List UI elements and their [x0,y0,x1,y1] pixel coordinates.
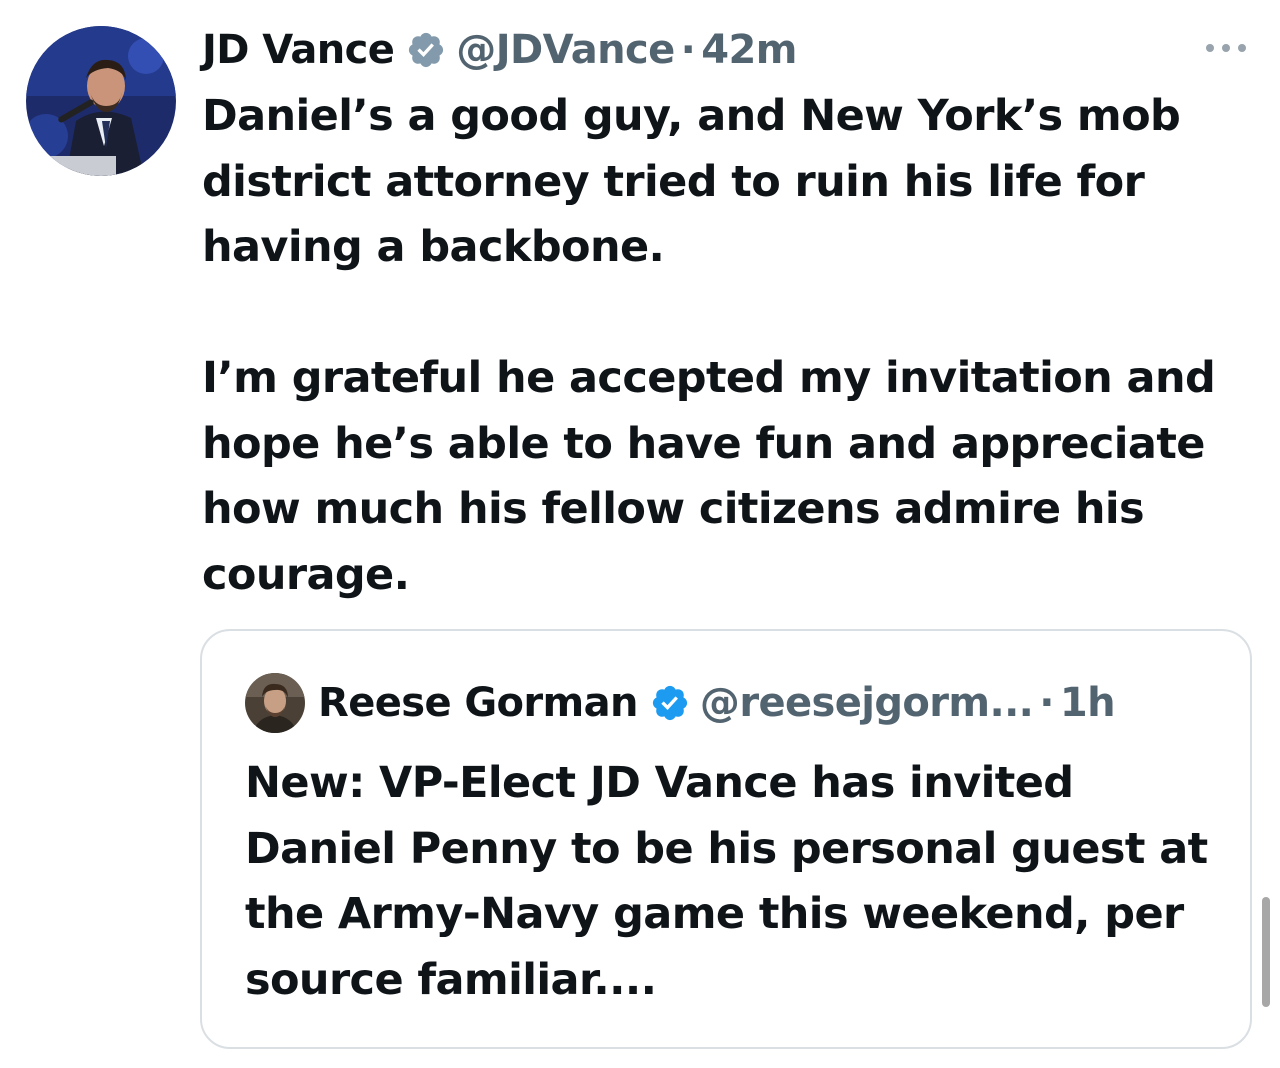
quoted-tweet-timestamp[interactable]: 1h [1060,675,1116,731]
quoted-tweet-header: Reese Gorman @reesejgorm... · 1h [318,675,1116,731]
separator-dot: · [1039,680,1054,726]
quoted-tweet-body: New: VP-Elect JD Vance has invited Danie… [245,758,1208,1005]
more-dot [1222,44,1230,52]
author-avatar[interactable] [26,26,176,176]
author-name[interactable]: JD Vance [202,22,395,78]
verified-badge-icon [650,683,690,723]
more-options-icon[interactable] [1202,34,1250,62]
quoted-author-avatar[interactable] [245,673,305,733]
more-dot [1238,44,1246,52]
tweet-timestamp[interactable]: 42m [701,22,797,78]
quoted-author-handle[interactable]: @reesejgorm... [700,675,1034,731]
tweet-paragraph: I’m grateful he accepted my invitation a… [202,353,1216,600]
quoted-tweet-card[interactable]: Reese Gorman @reesejgorm... · 1h New: VP… [200,629,1252,1049]
tweet-paragraph: Daniel’s a good guy, and New York’s mob … [202,91,1181,272]
scrollbar-thumb[interactable] [1262,897,1270,1007]
tweet-body: Daniel’s a good guy, and New York’s mob … [202,84,1252,608]
quoted-author-name[interactable]: Reese Gorman [318,675,639,731]
author-handle[interactable]: @JDVance [456,22,675,78]
verified-badge-icon [406,30,446,70]
more-dot [1206,44,1214,52]
separator-dot: · [680,27,696,73]
tweet-header: JD Vance @JDVance · 42m [202,22,797,78]
